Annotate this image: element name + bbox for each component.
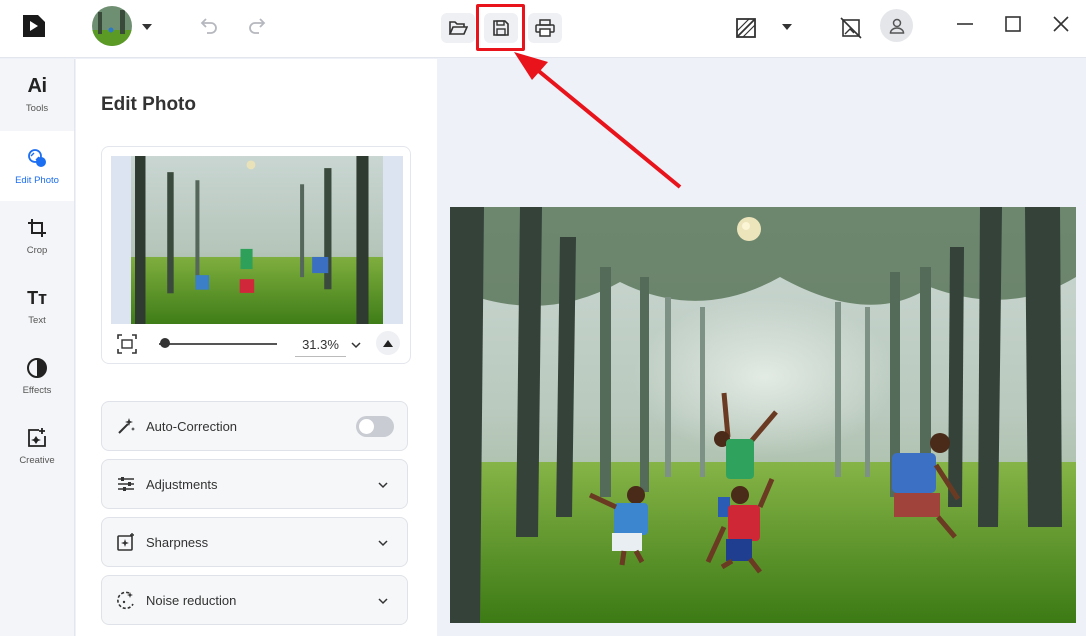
save-icon (493, 20, 509, 36)
chevron-down-icon (377, 594, 391, 608)
nav-label: Effects (22, 385, 52, 396)
redo-button[interactable] (246, 14, 268, 36)
close-icon (1053, 16, 1069, 32)
navigator-card: 31.3% (101, 146, 411, 364)
text-icon: Tт (27, 287, 47, 308)
crop-icon (27, 216, 47, 240)
zoom-controls: 31.3% (102, 327, 410, 359)
zoom-slider-handle[interactable] (159, 338, 170, 348)
maximize-button[interactable] (1002, 13, 1024, 35)
effects-icon (26, 356, 48, 380)
nav-item-tools[interactable]: Ai Tools (0, 59, 74, 129)
sliders-icon (116, 474, 136, 494)
image-off-icon (840, 17, 862, 39)
chevron-down-icon[interactable] (780, 20, 794, 34)
avatar (92, 6, 132, 46)
open-button[interactable] (441, 13, 475, 43)
sharpness-icon (116, 532, 136, 552)
collapse-navigator-button[interactable] (376, 331, 400, 355)
sharpness-section[interactable]: Sharpness (101, 517, 408, 567)
hide-image-button[interactable] (839, 16, 863, 40)
compare-icon (736, 18, 756, 38)
magic-wand-icon (116, 416, 136, 436)
edit-photo-icon (26, 146, 48, 170)
nav-label: Creative (19, 455, 55, 466)
nav-item-creative[interactable]: Creative (0, 411, 74, 481)
user-icon (889, 18, 904, 34)
app-logo-icon (20, 12, 48, 40)
nav-label: Crop (26, 245, 48, 256)
left-nav: Ai Tools Edit Photo Crop Tт Text Effects… (0, 59, 75, 636)
fit-to-screen-icon[interactable] (116, 333, 138, 355)
chevron-down-icon (142, 17, 152, 35)
minimize-button[interactable] (954, 13, 976, 35)
title-bar (0, 0, 1086, 58)
nav-item-edit-photo[interactable]: Edit Photo (0, 131, 74, 201)
creative-icon (26, 426, 48, 450)
nav-item-effects[interactable]: Effects (0, 341, 74, 411)
redo-icon (249, 18, 266, 34)
print-icon (535, 19, 555, 37)
ai-tools-icon: Ai (27, 74, 48, 97)
print-button[interactable] (528, 13, 562, 43)
chevron-down-icon[interactable] (350, 338, 364, 352)
undo-icon (200, 18, 217, 34)
compare-view-button[interactable] (734, 16, 758, 40)
nav-label: Text (28, 315, 46, 326)
nav-label: Tools (25, 103, 49, 114)
toggle-knob (359, 419, 374, 434)
panel-title: Edit Photo (101, 94, 196, 115)
minimize-icon (957, 23, 973, 25)
nav-label: Edit Photo (15, 175, 59, 186)
section-label: Auto-Correction (146, 418, 238, 434)
navigator-viewport[interactable] (111, 156, 403, 324)
noise-reduction-icon (116, 590, 136, 610)
main-photo (450, 207, 1076, 623)
save-button[interactable] (484, 13, 518, 43)
open-folder-icon (448, 21, 468, 35)
undo-button[interactable] (198, 14, 220, 36)
edit-photo-panel: Edit Photo 31.3% Auto-Correction Adjustm… (76, 59, 437, 636)
nav-item-crop[interactable]: Crop (0, 201, 74, 271)
triangle-up-icon (383, 339, 393, 347)
user-account-button[interactable] (880, 9, 913, 42)
nav-item-text[interactable]: Tт Text (0, 271, 74, 341)
auto-correction-toggle[interactable] (356, 416, 394, 437)
section-label: Noise reduction (146, 592, 237, 608)
adjustments-section[interactable]: Adjustments (101, 459, 408, 509)
noise-reduction-section[interactable]: Noise reduction (101, 575, 408, 625)
image-canvas[interactable] (438, 59, 1086, 636)
maximize-icon (1005, 16, 1021, 32)
chevron-down-icon (377, 536, 391, 550)
close-button[interactable] (1050, 13, 1072, 35)
zoom-value[interactable]: 31.3% (295, 335, 346, 357)
zoom-slider[interactable] (159, 343, 277, 345)
auto-correction-row: Auto-Correction (101, 401, 408, 451)
photo-thumbnail (131, 156, 383, 324)
project-avatar-menu[interactable] (92, 6, 152, 46)
section-label: Sharpness (146, 534, 209, 550)
chevron-down-icon (377, 478, 391, 492)
section-label: Adjustments (146, 476, 218, 492)
